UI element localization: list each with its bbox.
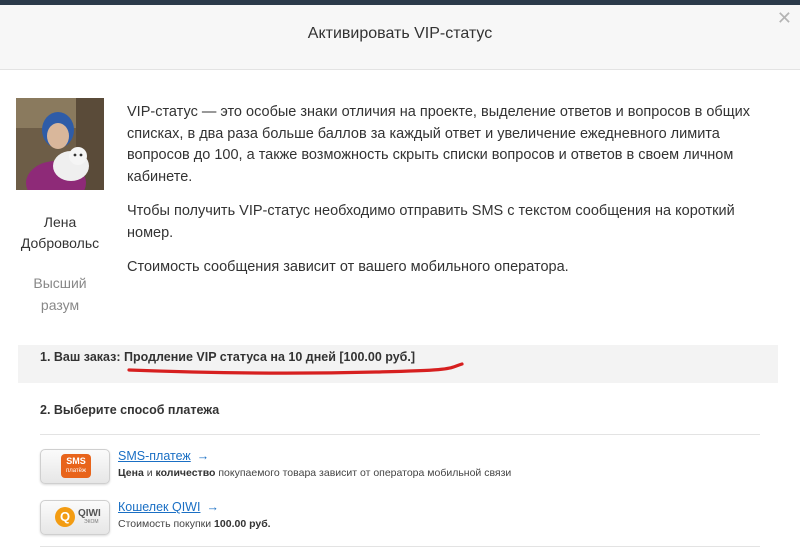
- modal-header: Активировать VIP-статус ✕: [0, 5, 800, 70]
- sms-payment-link[interactable]: SMS-платеж →: [118, 449, 209, 463]
- divider: [40, 434, 760, 435]
- user-rank: Высший разум: [33, 275, 87, 313]
- description-paragraph: Стоимость сообщения зависит от вашего мо…: [127, 259, 569, 275]
- avatar: [16, 98, 104, 190]
- sms-payment-logo[interactable]: SMS платёж: [40, 449, 110, 484]
- description-paragraph: VIP-статус — это особые знаки отличия на…: [127, 104, 750, 185]
- qiwi-payment-logo[interactable]: Q QIWI ЭКОМ: [40, 500, 110, 535]
- divider: [40, 546, 760, 547]
- qiwi-payment-link[interactable]: Кошелек QIWI →: [118, 500, 219, 514]
- arrow-right-icon: →: [196, 449, 210, 463]
- qiwi-icon: Q: [55, 507, 75, 527]
- sms-icon: SMS платёж: [61, 454, 91, 478]
- qiwi-logo-text: QIWI: [78, 508, 101, 519]
- red-underline-annotation: [127, 362, 464, 375]
- arrow-right-icon: →: [206, 500, 219, 514]
- qiwi-logo-subtext: ЭКОМ: [84, 519, 99, 525]
- user-name[interactable]: Лена Добровольс: [10, 212, 110, 254]
- close-icon[interactable]: ✕: [777, 9, 792, 27]
- payment-section-title: 2. Выберите способ платежа: [40, 403, 220, 417]
- description-paragraph: Чтобы получить VIP-статус необходимо отп…: [127, 203, 735, 241]
- vip-description: VIP-статус — это особые знаки отличия на…: [127, 102, 777, 292]
- qiwi-payment-note: Стоимость покупки 100.00 руб.: [118, 518, 271, 530]
- modal-title: Активировать VIP-статус: [307, 25, 493, 42]
- order-label: 1. Ваш заказ:: [40, 350, 121, 364]
- sms-payment-note: Цена и количество покупаемого товара зав…: [118, 467, 512, 479]
